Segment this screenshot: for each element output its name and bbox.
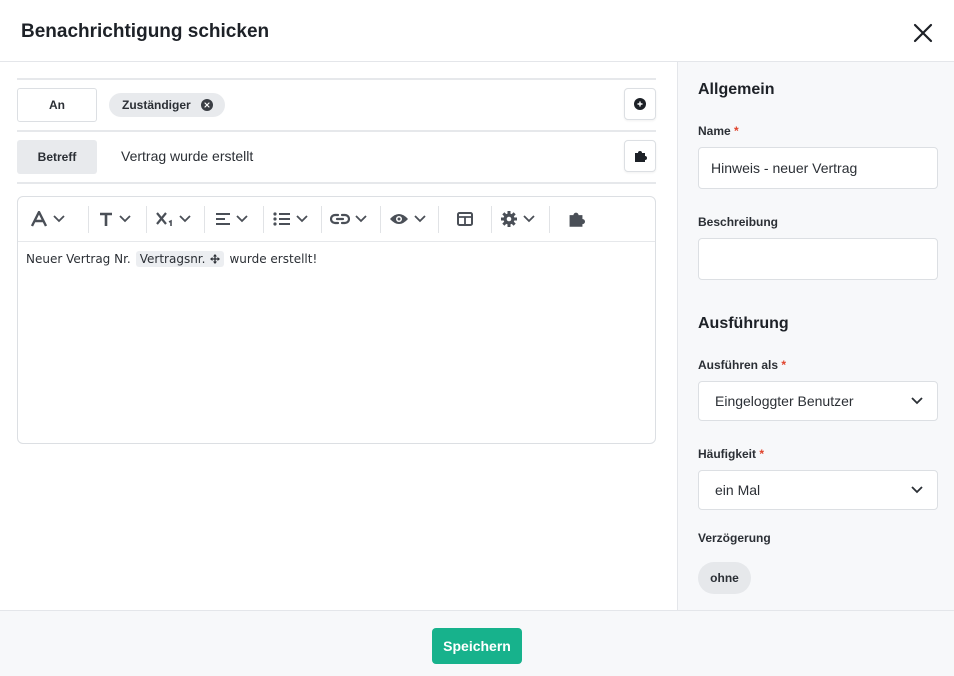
toolbar-separator — [491, 206, 492, 233]
recipient-chip[interactable]: Zuständiger — [109, 93, 225, 117]
puzzle-icon — [567, 210, 585, 228]
remove-chip-icon[interactable] — [200, 99, 213, 111]
gear-icon — [500, 210, 518, 228]
chevron-down-icon — [236, 215, 248, 223]
eye-icon — [389, 212, 409, 226]
execution-heading: Ausführung — [698, 315, 789, 332]
subscript-dropdown[interactable] — [156, 207, 191, 231]
recipient-chip-label: Zuständiger — [122, 98, 191, 112]
dialog-footer: Speichern — [0, 610, 954, 676]
required-marker: * — [734, 124, 739, 138]
editor-toolbar — [18, 197, 655, 242]
toolbar-separator — [146, 206, 147, 233]
link-dropdown[interactable] — [330, 207, 367, 231]
name-input[interactable]: Hinweis - neuer Vertrag — [698, 147, 938, 189]
divider — [17, 78, 656, 80]
bullet-list-icon — [273, 212, 291, 226]
move-icon[interactable] — [210, 254, 221, 264]
name-label-text: Name — [698, 124, 731, 138]
chevron-down-icon — [179, 215, 191, 223]
placeholder-token[interactable]: Vertragsnr. — [135, 251, 225, 267]
required-marker: * — [781, 358, 787, 372]
toolbar-separator — [263, 206, 264, 233]
required-marker: * — [759, 447, 765, 461]
general-heading: Allgemein — [698, 81, 775, 98]
subject-plugin-button[interactable] — [624, 140, 656, 172]
chevron-down-icon — [414, 215, 426, 223]
description-label: Beschreibung — [698, 215, 779, 229]
toolbar-separator — [204, 206, 205, 233]
alignment-dropdown[interactable] — [215, 207, 248, 231]
subject-input[interactable]: Vertrag wurde erstellt — [121, 148, 253, 164]
chevron-down-icon — [911, 486, 923, 494]
settings-sidebar: Allgemein Name * Hinweis - neuer Vertrag… — [677, 62, 954, 610]
table-icon — [457, 212, 473, 226]
toolbar-separator — [549, 206, 550, 233]
dialog-title: Benachrichtigung schicken — [21, 21, 270, 42]
font-color-icon — [30, 211, 48, 227]
dialog-header: Benachrichtigung schicken — [0, 0, 954, 62]
align-left-icon — [215, 212, 231, 226]
toolbar-separator — [88, 206, 89, 233]
toolbar-separator — [380, 206, 381, 233]
chevron-down-icon — [53, 215, 65, 223]
editor-plugin-button[interactable] — [567, 207, 585, 231]
subject-button[interactable]: Betreff — [17, 140, 97, 174]
chevron-down-icon — [523, 215, 535, 223]
close-icon[interactable] — [911, 21, 935, 45]
link-icon — [330, 212, 350, 226]
list-dropdown[interactable] — [273, 207, 308, 231]
subscript-icon — [156, 211, 174, 227]
text-style-dropdown[interactable] — [98, 207, 131, 231]
chevron-down-icon — [119, 215, 131, 223]
frequency-select[interactable]: ein Mal — [698, 470, 938, 510]
divider — [17, 130, 656, 132]
delay-label: Verzögerung — [698, 531, 771, 545]
run-as-select[interactable]: Eingeloggter Benutzer — [698, 381, 938, 421]
preview-dropdown[interactable] — [389, 207, 426, 231]
chevron-down-icon — [296, 215, 308, 223]
save-button[interactable]: Speichern — [432, 628, 522, 664]
chevron-down-icon — [911, 397, 923, 405]
placeholder-token-label: Vertragsnr. — [139, 252, 206, 266]
frequency-value: ein Mal — [715, 482, 761, 498]
delay-button[interactable]: ohne — [698, 562, 751, 594]
rich-text-editor[interactable]: Neuer Vertrag Nr. Vertragsnr. wurde erst… — [17, 196, 656, 444]
run-as-value: Eingeloggter Benutzer — [715, 393, 854, 409]
description-input[interactable] — [698, 238, 938, 280]
settings-dropdown[interactable] — [500, 207, 535, 231]
plus-circle-icon — [634, 98, 646, 110]
insert-table-button[interactable] — [457, 207, 473, 231]
editor-content[interactable]: Neuer Vertrag Nr. Vertragsnr. wurde erst… — [26, 251, 317, 267]
add-recipient-button[interactable] — [624, 88, 656, 120]
toolbar-separator — [438, 206, 439, 233]
frequency-label-text: Häufigkeit — [698, 447, 757, 461]
editor-text-before: Neuer Vertrag Nr. — [26, 252, 131, 266]
frequency-label: Häufigkeit * — [698, 447, 764, 461]
chevron-down-icon — [355, 215, 367, 223]
name-label: Name * — [698, 124, 739, 138]
puzzle-icon — [633, 149, 647, 163]
divider — [17, 182, 656, 184]
run-as-label: Ausführen als * — [698, 358, 786, 372]
text-format-icon — [98, 211, 114, 227]
run-as-label-text: Ausführen als — [698, 358, 779, 372]
font-color-dropdown[interactable] — [30, 207, 65, 231]
toolbar-separator — [321, 206, 322, 233]
editor-text-after: wurde erstellt! — [229, 252, 318, 266]
recipients-button[interactable]: An — [17, 88, 97, 122]
